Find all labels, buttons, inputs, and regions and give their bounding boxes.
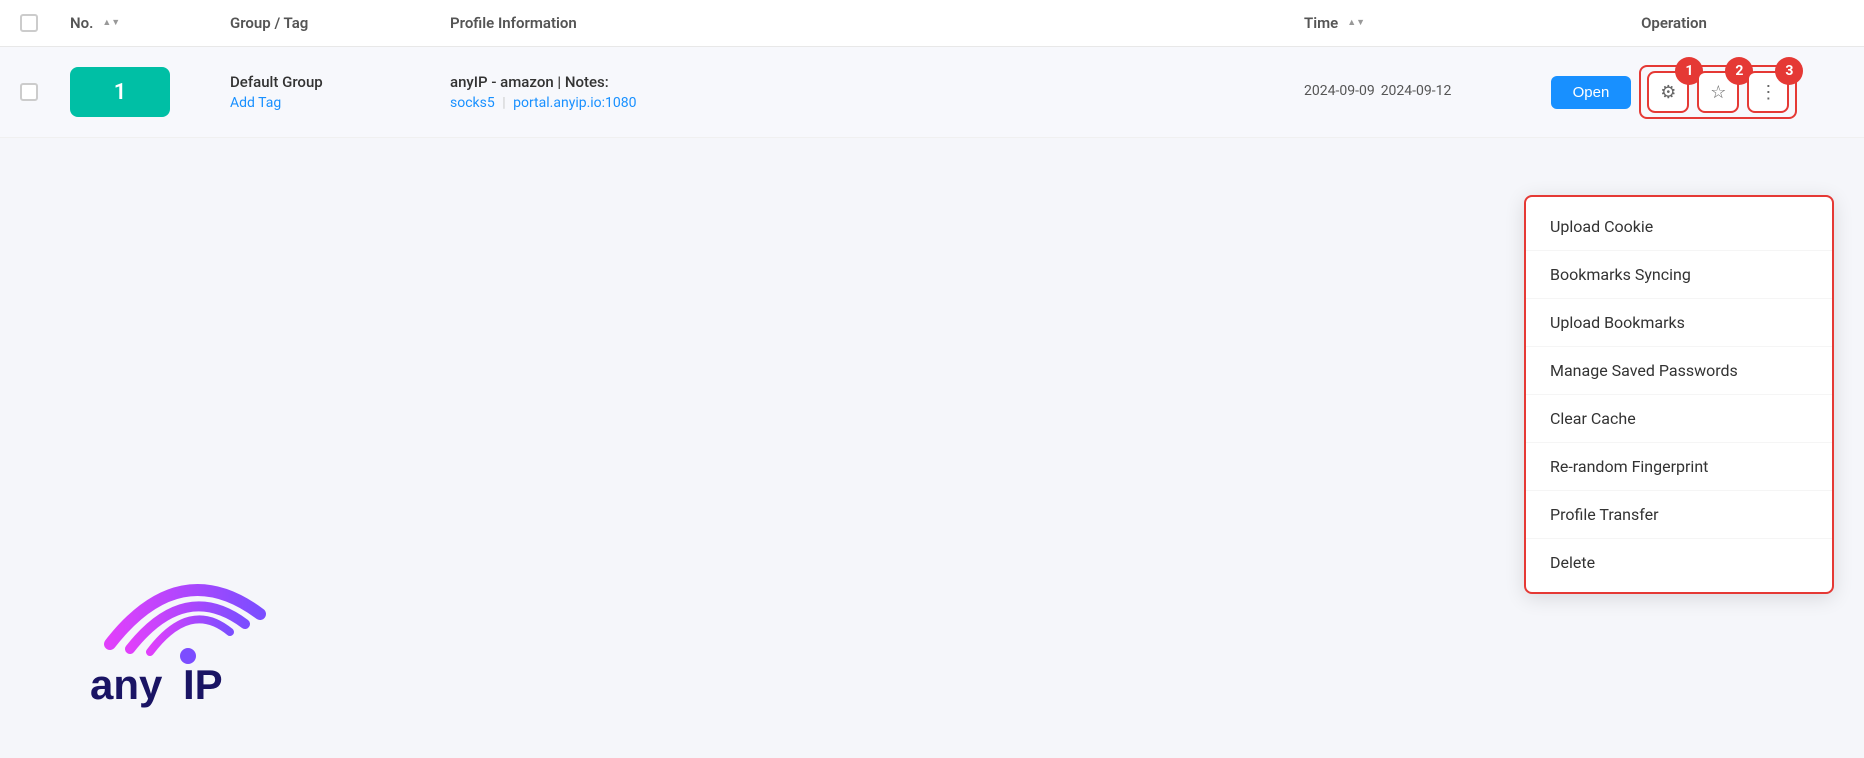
header-no: No. ▲▼ bbox=[70, 14, 230, 32]
time-sort-icon[interactable]: ▲▼ bbox=[1347, 19, 1365, 28]
profile-info-label: Profile Information bbox=[450, 14, 577, 32]
dropdown-manage-passwords[interactable]: Manage Saved Passwords bbox=[1526, 347, 1832, 395]
dropdown-rerandom-fingerprint[interactable]: Re-random Fingerprint bbox=[1526, 443, 1832, 491]
dropdown-upload-cookie[interactable]: Upload Cookie bbox=[1526, 203, 1832, 251]
row-number-cell: 1 bbox=[70, 67, 230, 117]
header-time: Time ▲▼ bbox=[1304, 14, 1504, 32]
star-button[interactable]: 2 ☆ bbox=[1697, 71, 1739, 113]
dropdown-profile-transfer[interactable]: Profile Transfer bbox=[1526, 491, 1832, 539]
no-sort-icon[interactable]: ▲▼ bbox=[102, 19, 120, 28]
profile-url: portal.anyip.io:1080 bbox=[513, 95, 636, 111]
table-row: 1 Default Group Add Tag anyIP - amazon |… bbox=[0, 47, 1864, 138]
time-line-1: 2024-09-09 bbox=[1304, 79, 1375, 104]
profile-title: anyIP - amazon | Notes: bbox=[450, 73, 1304, 91]
number-badge: 1 bbox=[70, 67, 170, 117]
dropdown-upload-bookmarks[interactable]: Upload Bookmarks bbox=[1526, 299, 1832, 347]
dropdown-bookmarks-syncing[interactable]: Bookmarks Syncing bbox=[1526, 251, 1832, 299]
table-container: No. ▲▼ Group / Tag Profile Information T… bbox=[0, 0, 1864, 138]
no-label: No. bbox=[70, 14, 93, 32]
settings-button[interactable]: 1 ⚙ bbox=[1647, 71, 1689, 113]
time-label: Time bbox=[1304, 14, 1338, 32]
header-operation: Operation bbox=[1504, 14, 1844, 32]
svg-text:IP: IP bbox=[183, 661, 223, 708]
row-checkbox-cell bbox=[20, 83, 70, 101]
more-options-button[interactable]: 3 ⋮ bbox=[1747, 71, 1789, 113]
dropdown-delete[interactable]: Delete bbox=[1526, 539, 1832, 586]
anyip-logo: any IP bbox=[80, 534, 340, 714]
logo-area: any IP bbox=[80, 534, 340, 718]
number-value: 1 bbox=[114, 80, 127, 105]
row-checkbox[interactable] bbox=[20, 83, 38, 101]
table-header: No. ▲▼ Group / Tag Profile Information T… bbox=[0, 0, 1864, 47]
header-checkbox-col bbox=[20, 14, 70, 32]
group-name: Default Group bbox=[230, 73, 450, 91]
header-profile: Profile Information bbox=[450, 14, 1304, 32]
row-time-cell: 2024-09-09 2024-09-12 bbox=[1304, 79, 1504, 104]
action-buttons-group: 1 ⚙ 2 ☆ 3 ⋮ bbox=[1639, 65, 1797, 119]
group-tag-label: Group / Tag bbox=[230, 14, 308, 32]
header-group-tag: Group / Tag bbox=[230, 14, 450, 32]
row-group-tag-cell: Default Group Add Tag bbox=[230, 73, 450, 111]
row-operation-cell: Open 1 ⚙ 2 ☆ 3 ⋮ bbox=[1504, 65, 1844, 119]
time-line-2: 2024-09-12 bbox=[1381, 79, 1452, 104]
badge-3: 3 bbox=[1775, 57, 1803, 85]
dropdown-clear-cache[interactable]: Clear Cache bbox=[1526, 395, 1832, 443]
svg-text:any: any bbox=[90, 661, 163, 708]
row-profile-cell: anyIP - amazon | Notes: socks5 | portal.… bbox=[450, 73, 1304, 111]
operation-label: Operation bbox=[1641, 14, 1707, 32]
select-all-checkbox[interactable] bbox=[20, 14, 38, 32]
pipe-separator: | bbox=[502, 95, 505, 111]
profile-proxy: socks5 bbox=[450, 95, 495, 111]
add-tag-link[interactable]: Add Tag bbox=[230, 95, 450, 111]
profile-proxy-info: socks5 | portal.anyip.io:1080 bbox=[450, 95, 1304, 111]
dropdown-menu: Upload Cookie Bookmarks Syncing Upload B… bbox=[1524, 195, 1834, 594]
open-button[interactable]: Open bbox=[1551, 76, 1632, 109]
